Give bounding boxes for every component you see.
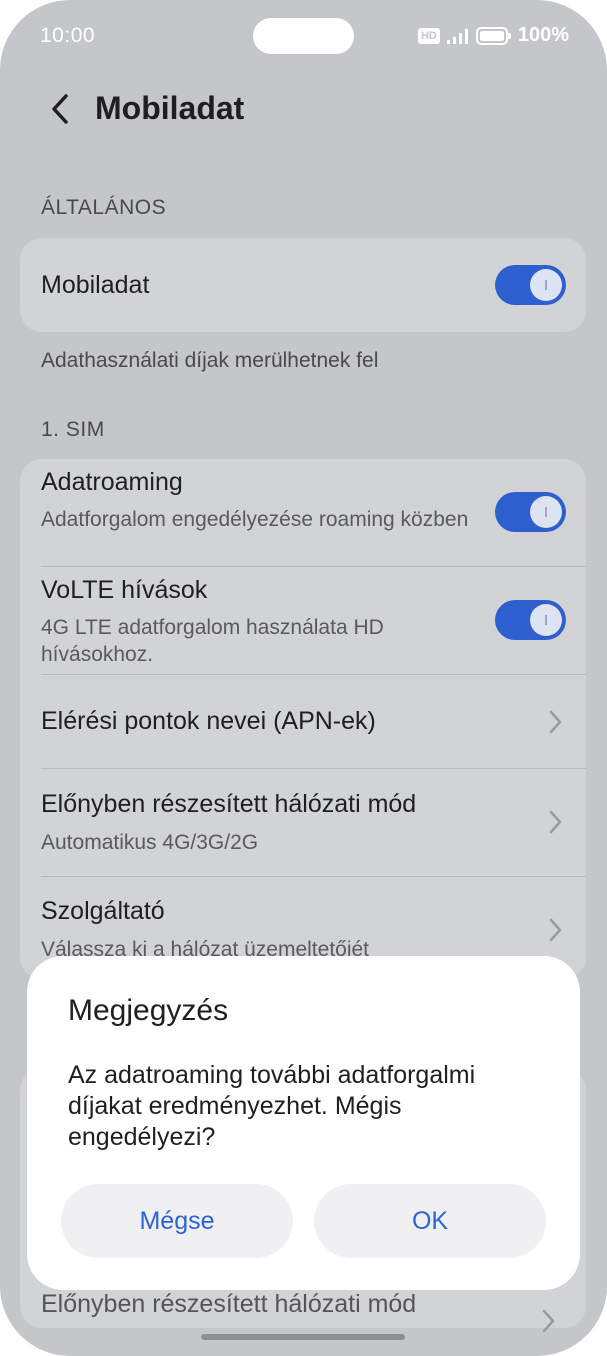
section-label-sim: 1. SIM: [41, 418, 105, 441]
mobile-data-toggle[interactable]: [495, 265, 566, 305]
card-general: Mobiladat: [20, 238, 586, 332]
card-sim: Adatroaming Adatforgalom engedélyezése r…: [20, 459, 586, 979]
row-subtitle: Adatforgalom engedélyezése roaming közbe…: [41, 508, 469, 531]
chevron-right-icon: [549, 918, 562, 942]
row-subtitle: Automatikus 4G/3G/2G: [41, 831, 259, 854]
page-header: Mobiladat: [0, 80, 607, 140]
chevron-right-icon: [549, 810, 562, 834]
home-indicator[interactable]: [201, 1334, 405, 1340]
row-data-roaming[interactable]: Adatroaming Adatforgalom engedélyezése r…: [20, 459, 586, 566]
row-title: Mobiladat: [41, 271, 150, 299]
ok-button[interactable]: OK: [314, 1184, 546, 1258]
row-volte-calls[interactable]: VoLTE hívások 4G LTE adatforgalom haszná…: [20, 567, 586, 674]
background-row-title: Előnyben részesített hálózati mód: [41, 1290, 417, 1318]
back-arrow-icon[interactable]: [44, 92, 78, 126]
page-title: Mobiladat: [95, 90, 245, 126]
status-icons: HD 100%: [417, 24, 569, 47]
row-title: VoLTE hívások: [41, 576, 208, 604]
row-preferred-network-mode[interactable]: Előnyben részesített hálózati mód Automa…: [20, 769, 586, 876]
battery-percent: 100%: [517, 24, 569, 46]
chevron-right-icon: [542, 1309, 555, 1333]
hd-icon: HD: [417, 27, 440, 44]
row-title: Elérési pontok nevei (APN-ek): [41, 707, 376, 735]
phone-screen: 10:00 HD 100% Mobiladat ÁLTALÁNOS Mobila…: [0, 0, 607, 1356]
toggle-knob: [530, 496, 562, 528]
data-fee-hint: Adathasználati díjak merülhetnek fel: [41, 349, 379, 372]
dialog-title: Megjegyzés: [68, 994, 229, 1027]
battery-icon: [475, 26, 511, 45]
status-time: 10:00: [40, 24, 96, 47]
chevron-right-icon: [549, 710, 562, 734]
row-subtitle: 4G LTE adatforgalom használata HD híváso…: [41, 616, 384, 666]
row-title: Adatroaming: [41, 468, 183, 496]
dialog-message: Az adatroaming további adatforgalmi díja…: [68, 1061, 476, 1151]
toggle-knob: [530, 269, 562, 301]
volte-toggle[interactable]: [495, 600, 566, 640]
row-title: Szolgáltató: [41, 897, 165, 925]
dynamic-island: [253, 18, 354, 54]
cancel-button[interactable]: Mégse: [61, 1184, 293, 1258]
status-bar: 10:00 HD 100%: [0, 0, 607, 72]
section-label-general: ÁLTALÁNOS: [41, 196, 167, 219]
row-apn[interactable]: Elérési pontok nevei (APN-ek): [20, 675, 586, 768]
row-mobile-data[interactable]: Mobiladat: [20, 238, 586, 332]
row-title: Előnyben részesített hálózati mód: [41, 790, 417, 818]
roaming-notice-dialog: Megjegyzés Az adatroaming további adatfo…: [27, 956, 580, 1290]
signal-icon: [446, 28, 468, 44]
data-roaming-toggle[interactable]: [495, 492, 566, 532]
toggle-knob: [530, 604, 562, 636]
